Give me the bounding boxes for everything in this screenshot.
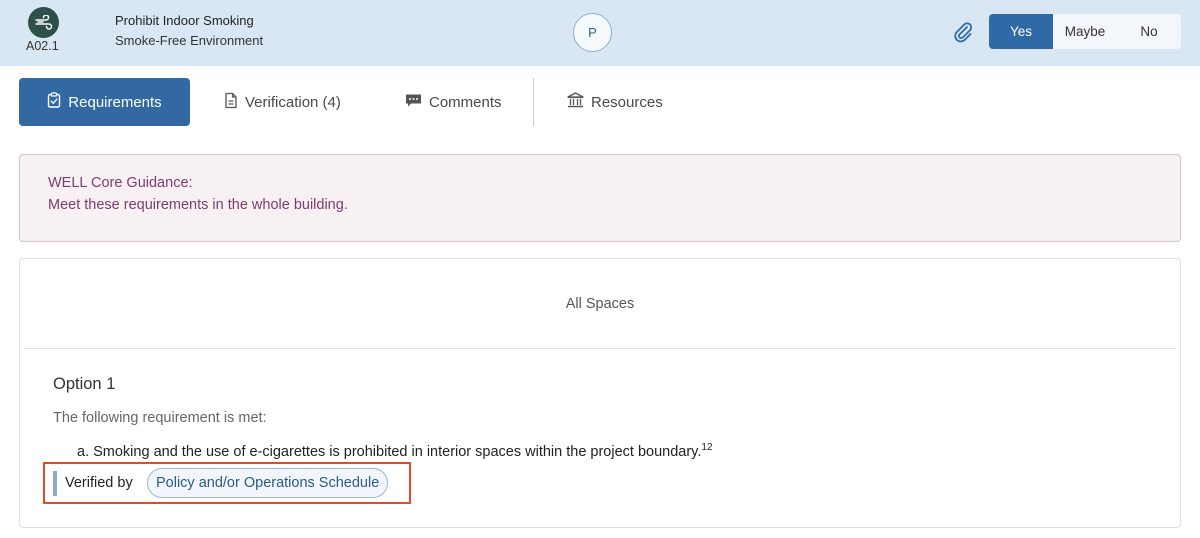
tab-divider bbox=[533, 78, 534, 126]
speech-bubble-icon bbox=[405, 93, 422, 112]
verified-by-label: Verified by bbox=[65, 475, 133, 491]
guidance-text: Meet these requirements in the whole bui… bbox=[48, 197, 348, 213]
divider bbox=[24, 348, 1176, 349]
verification-method-chip[interactable]: Policy and/or Operations Schedule bbox=[147, 468, 389, 498]
feature-header: A02.1 Prohibit Indoor Smoking Smoke-Free… bbox=[0, 0, 1200, 66]
requirement-intro: The following requirement is met: bbox=[53, 410, 267, 426]
document-icon bbox=[224, 92, 238, 113]
accent-bar bbox=[53, 471, 57, 496]
requirement-item: a. Smoking and the use of e-cigarettes i… bbox=[77, 442, 713, 460]
air-swirl-icon bbox=[28, 7, 59, 38]
tab-resources[interactable]: Resources bbox=[567, 78, 663, 126]
option-title: Option 1 bbox=[53, 375, 116, 393]
answer-no-button[interactable]: No bbox=[1117, 14, 1181, 49]
tab-comments[interactable]: Comments bbox=[405, 78, 502, 126]
tab-verification-label: Verification (4) bbox=[245, 93, 341, 111]
verified-by-row: Verified by Policy and/or Operations Sch… bbox=[43, 462, 411, 504]
guidance-title: WELL Core Guidance: bbox=[48, 175, 193, 191]
footnote-marker[interactable]: 12 bbox=[701, 442, 712, 453]
feature-title: Prohibit Indoor Smoking bbox=[115, 13, 254, 28]
avatar[interactable]: P bbox=[573, 13, 612, 52]
clipboard-check-icon bbox=[47, 92, 61, 112]
feature-code: A02.1 bbox=[26, 39, 59, 53]
requirement-item-text: a. Smoking and the use of e-cigarettes i… bbox=[77, 444, 702, 460]
tab-requirements-label: Requirements bbox=[68, 93, 162, 111]
guidance-box: WELL Core Guidance: Meet these requireme… bbox=[19, 154, 1181, 242]
answer-maybe-button[interactable]: Maybe bbox=[1053, 14, 1117, 49]
paperclip-icon[interactable] bbox=[952, 20, 974, 44]
tab-verification[interactable]: Verification (4) bbox=[224, 78, 341, 126]
answer-yes-button[interactable]: Yes bbox=[989, 14, 1053, 49]
tab-resources-label: Resources bbox=[591, 93, 663, 111]
scope-label: All Spaces bbox=[565, 295, 635, 312]
tab-requirements[interactable]: Requirements bbox=[19, 78, 190, 126]
feature-subtitle: Smoke-Free Environment bbox=[115, 33, 264, 48]
building-icon bbox=[567, 92, 584, 112]
tab-comments-label: Comments bbox=[429, 93, 502, 111]
answer-toggle: Yes Maybe No bbox=[989, 14, 1181, 49]
